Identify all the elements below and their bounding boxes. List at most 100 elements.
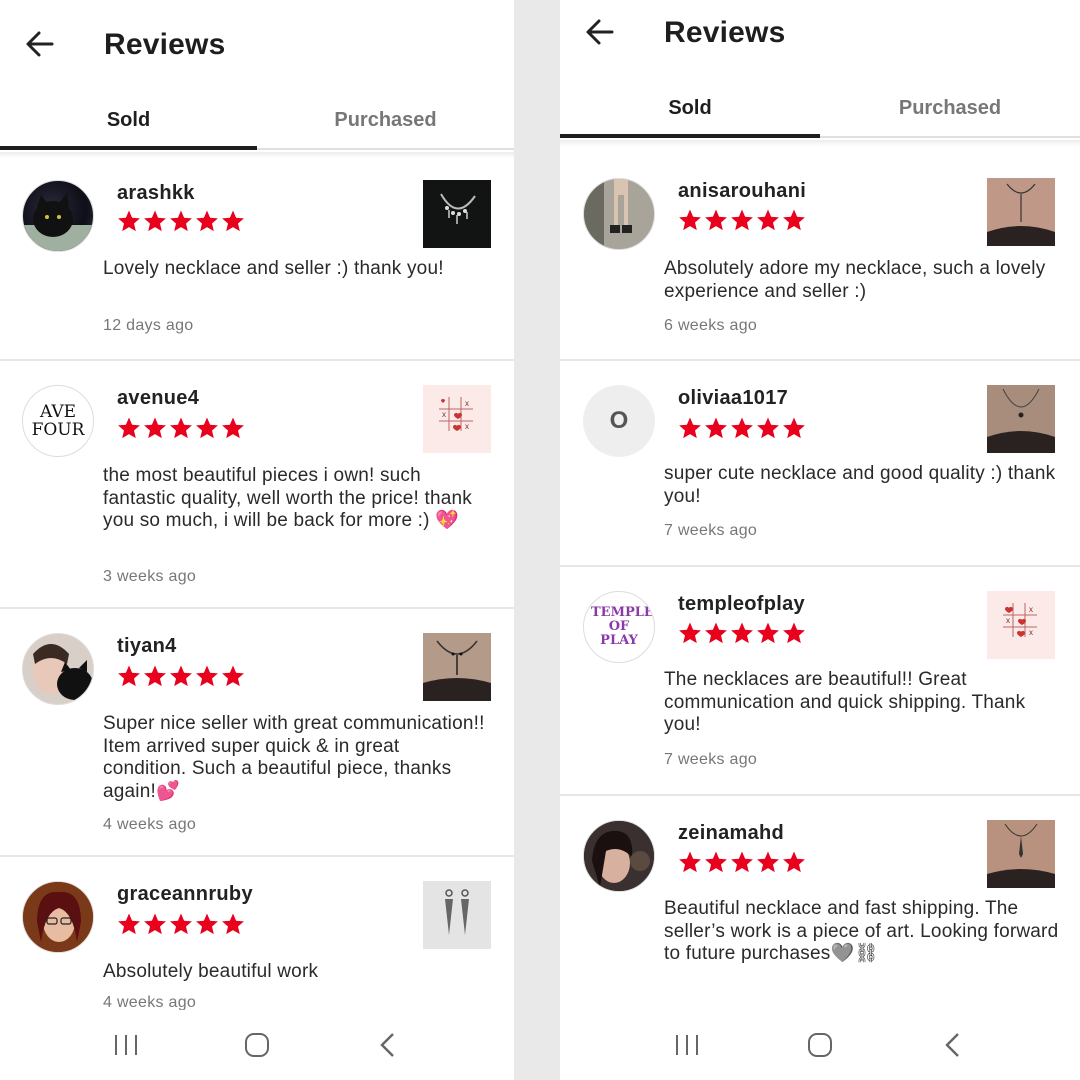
- header: Reviews: [560, 0, 1080, 80]
- star-icon: [679, 417, 701, 439]
- system-nav-bar: [560, 1010, 1080, 1080]
- divider: [560, 140, 1080, 146]
- username[interactable]: arashkk: [117, 182, 195, 205]
- black-cat-image: [23, 193, 93, 251]
- username[interactable]: avenue4: [117, 387, 199, 410]
- tic-tac-toe-hearts-image: x x x: [439, 397, 473, 431]
- tab-sold[interactable]: Sold: [560, 80, 820, 138]
- star-rating: [678, 621, 806, 645]
- woman-portrait-image: [584, 821, 654, 891]
- star-rating: [117, 209, 245, 233]
- home-button[interactable]: [237, 1025, 277, 1065]
- star-icon: [144, 913, 166, 935]
- nav-back-button[interactable]: [933, 1025, 973, 1065]
- home-button[interactable]: [800, 1025, 840, 1065]
- star-icon: [731, 417, 753, 439]
- username[interactable]: anisarouhani: [678, 180, 806, 203]
- review-date: 7 weeks ago: [664, 522, 758, 539]
- recent-apps-icon: [675, 1035, 698, 1055]
- avatar[interactable]: O: [583, 385, 655, 457]
- review-item: O oliviaa1017 super cute necklace and go…: [560, 361, 1080, 567]
- star-icon: [144, 665, 166, 687]
- panel-separator: [514, 0, 560, 1080]
- item-thumbnail[interactable]: [987, 178, 1055, 246]
- necklace-on-neck-image: [423, 633, 491, 701]
- review-text: super cute necklace and good quality :) …: [664, 463, 1056, 507]
- star-rating: [678, 416, 806, 440]
- username[interactable]: oliviaa1017: [678, 387, 788, 410]
- star-icon: [783, 417, 805, 439]
- earrings-image: [445, 889, 469, 935]
- review-list: anisarouhani Absolutely adore my necklac…: [560, 156, 1080, 1016]
- avatar[interactable]: TEMPLE OF PLAY: [583, 591, 655, 663]
- star-icon: [222, 665, 244, 687]
- review-date: 3 weeks ago: [103, 568, 197, 585]
- star-icon: [731, 851, 753, 873]
- star-icon: [118, 417, 140, 439]
- avatar[interactable]: [583, 820, 655, 892]
- star-rating: [678, 850, 806, 874]
- username[interactable]: templeofplay: [678, 593, 805, 616]
- star-icon: [705, 622, 727, 644]
- star-icon: [757, 622, 779, 644]
- star-icon: [196, 665, 218, 687]
- back-button[interactable]: [20, 24, 60, 64]
- review-item: zeinamahd Beautiful necklace and fast sh…: [560, 796, 1080, 1016]
- star-icon: [170, 417, 192, 439]
- item-thumbnail[interactable]: [423, 180, 491, 248]
- header: Reviews: [0, 0, 514, 80]
- username[interactable]: tiyan4: [117, 635, 177, 658]
- avatar[interactable]: AVE FOUR: [22, 385, 94, 457]
- star-icon: [118, 665, 140, 687]
- tab-purchased[interactable]: Purchased: [257, 92, 514, 148]
- page-title: Reviews: [104, 28, 226, 61]
- svg-text:x: x: [465, 399, 469, 408]
- recent-apps-button[interactable]: [106, 1025, 146, 1065]
- tab-purchased[interactable]: Purchased: [820, 80, 1080, 136]
- star-icon: [170, 210, 192, 232]
- username[interactable]: graceannruby: [117, 883, 253, 906]
- svg-text:x: x: [442, 410, 446, 419]
- star-icon: [757, 851, 779, 873]
- star-icon: [705, 417, 727, 439]
- star-icon: [196, 210, 218, 232]
- review-text: Absolutely adore my necklace, such a lov…: [664, 258, 1046, 302]
- star-icon: [679, 851, 701, 873]
- nav-back-button[interactable]: [368, 1025, 408, 1065]
- tab-bar: Sold Purchased: [0, 92, 514, 150]
- username[interactable]: zeinamahd: [678, 822, 784, 845]
- item-thumbnail[interactable]: [423, 881, 491, 949]
- review-text: The necklaces are beautiful!! Great comm…: [664, 669, 1026, 735]
- star-rating: [117, 912, 245, 936]
- star-icon: [705, 851, 727, 873]
- item-thumbnail[interactable]: [987, 820, 1055, 888]
- star-icon: [222, 210, 244, 232]
- star-icon: [705, 209, 727, 231]
- star-icon: [196, 417, 218, 439]
- avatar[interactable]: [583, 178, 655, 250]
- recent-apps-icon: [114, 1035, 137, 1055]
- svg-text:x: x: [1029, 605, 1033, 614]
- woman-portrait-image: [23, 882, 93, 952]
- recent-apps-button[interactable]: [667, 1025, 707, 1065]
- review-list: arashkk Lovely necklace and seller :) th…: [0, 158, 514, 1057]
- star-rating: [117, 664, 245, 688]
- item-thumbnail[interactable]: [987, 385, 1055, 453]
- item-thumbnail[interactable]: [423, 633, 491, 701]
- avatar[interactable]: [22, 881, 94, 953]
- back-button[interactable]: [580, 12, 620, 52]
- star-icon: [679, 209, 701, 231]
- item-thumbnail[interactable]: x x x: [423, 385, 491, 453]
- star-icon: [222, 417, 244, 439]
- item-thumbnail[interactable]: x x x: [987, 591, 1055, 659]
- review-date: 12 days ago: [103, 317, 194, 334]
- home-icon: [244, 1033, 269, 1057]
- tab-bar: Sold Purchased: [560, 80, 1080, 138]
- avatar[interactable]: [22, 180, 94, 252]
- avatar[interactable]: [22, 633, 94, 705]
- review-text: Absolutely beautiful work: [103, 961, 319, 982]
- review-item: tiyan4 Super nice seller with great comm…: [0, 609, 514, 857]
- tab-sold[interactable]: Sold: [0, 92, 257, 150]
- review-date: 4 weeks ago: [103, 816, 197, 833]
- review-item: arashkk Lovely necklace and seller :) th…: [0, 158, 514, 361]
